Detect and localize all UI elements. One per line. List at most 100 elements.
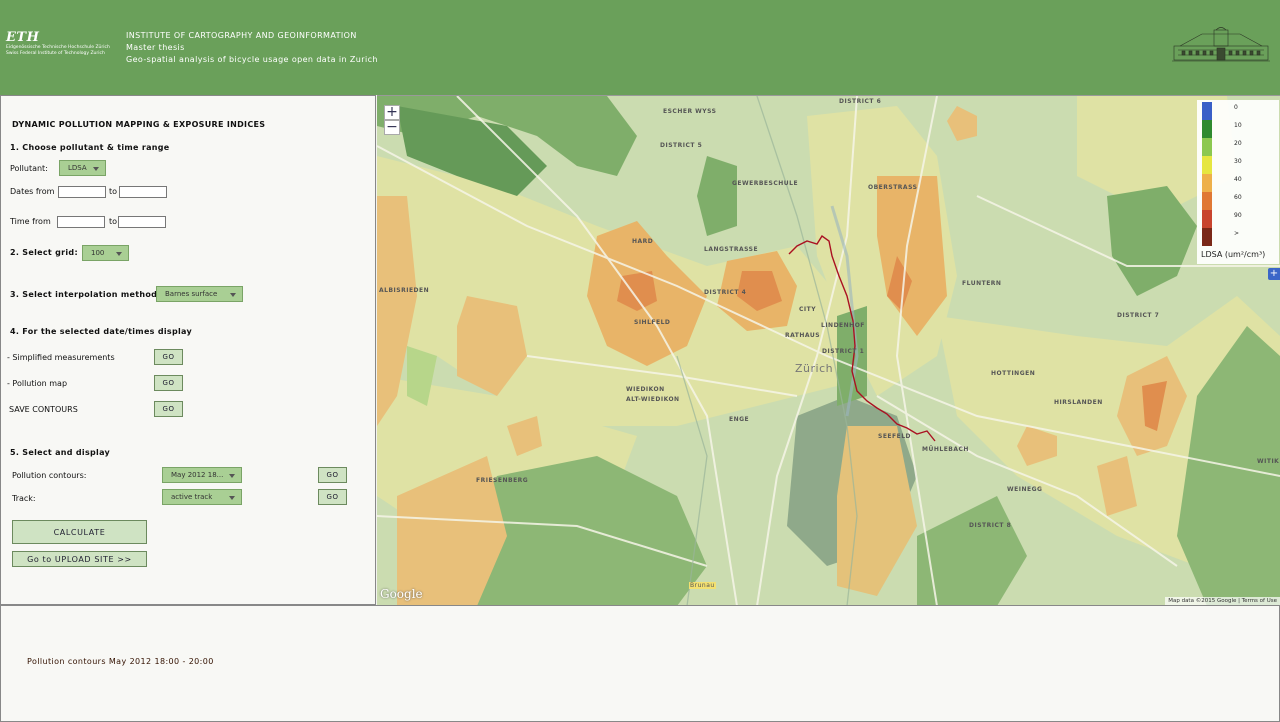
step2-heading: 2. Select grid: <box>10 248 78 257</box>
map-label: HOTTINGEN <box>991 370 1036 377</box>
legend-swatch <box>1202 156 1212 174</box>
map-label: HIRSLANDEN <box>1054 399 1103 406</box>
institute-title: INSTITUTE OF CARTOGRAPHY AND GEOINFORMAT… <box>126 31 357 40</box>
contours-go-button[interactable]: GO <box>318 467 347 483</box>
map-label: FLUNTERN <box>962 280 1002 287</box>
legend-tick: 60 <box>1234 194 1242 201</box>
legend-tick: 40 <box>1234 176 1242 183</box>
pollution-map-label: - Pollution map <box>7 379 68 388</box>
step5-heading: 5. Select and display <box>10 448 111 457</box>
map-label: DISTRICT 8 <box>969 522 1012 529</box>
map-legend: 0 10 20 30 40 60 90 > LDSA (um²/cm³) <box>1197 100 1279 264</box>
chevron-down-icon <box>229 496 235 500</box>
step3-heading: 3. Select interpolation method: <box>10 290 161 299</box>
legend-tick: 20 <box>1234 140 1242 147</box>
eth-name-en: Swiss Federal Institute of Technology Zu… <box>6 51 105 56</box>
step4-heading: 4. For the selected date/times display <box>10 327 192 336</box>
grid-select[interactable]: 100 <box>82 245 129 261</box>
google-logo: Google <box>380 587 423 601</box>
map-label: OBERSTRASS <box>868 184 918 191</box>
legend-swatch <box>1202 228 1212 246</box>
time-to-input[interactable] <box>118 216 166 228</box>
save-contours-label: SAVE CONTOURS <box>9 405 78 414</box>
chevron-down-icon <box>230 293 236 297</box>
status-text: Pollution contours May 2012 18:00 - 20:0… <box>27 657 214 666</box>
map-label-city: Zürich <box>795 362 834 375</box>
zoom-out-button[interactable]: − <box>384 120 400 135</box>
map-label: ENGE <box>729 416 750 423</box>
legend-tick: > <box>1234 230 1240 237</box>
map-label: LINDENHOF <box>821 322 865 329</box>
track-select[interactable]: active track <box>162 489 242 505</box>
simplified-label: - Simplified measurements <box>7 353 115 362</box>
thesis-title: Geo-spatial analysis of bicycle usage op… <box>126 55 378 64</box>
time-to-label: to <box>109 217 118 226</box>
map-label: DISTRICT 5 <box>660 142 703 149</box>
map-attribution: Map data ©2015 Google | Terms of Use <box>1165 597 1280 605</box>
pollutant-select[interactable]: LDSA <box>59 160 106 176</box>
map-label: DISTRICT 6 <box>839 98 882 105</box>
expand-plus-icon[interactable]: + <box>1268 268 1280 280</box>
track-label: Track: <box>12 494 36 503</box>
calculate-button[interactable]: CALCULATE <box>12 520 147 544</box>
map-label: ESCHER WYSS <box>663 108 717 115</box>
contours-select[interactable]: May 2012 18... <box>162 467 242 483</box>
legend-swatch <box>1202 120 1212 138</box>
track-go-button[interactable]: GO <box>318 489 347 505</box>
zoom-in-button[interactable]: + <box>384 105 400 120</box>
eth-wordmark: ETH <box>6 30 40 45</box>
map-label: GEWERBESCHULE <box>732 180 799 187</box>
legend-swatch <box>1202 210 1212 228</box>
eth-logo: ETH Eidgenössische Technische Hochschule… <box>6 30 110 57</box>
chevron-down-icon <box>229 474 235 478</box>
interpolation-select[interactable]: Barnes surface <box>156 286 243 302</box>
pollutant-value: LDSA <box>68 164 87 172</box>
status-panel: Pollution contours May 2012 18:00 - 20:0… <box>0 605 1280 722</box>
map-label: ALBISRIEDEN <box>379 287 430 294</box>
eth-building-icon <box>1172 27 1270 62</box>
map-label: SEEFELD <box>878 433 912 440</box>
chevron-down-icon <box>116 252 122 256</box>
map-label: WITIK <box>1257 458 1280 465</box>
terms-of-use-link[interactable]: Terms of Use <box>1242 598 1277 604</box>
map-label: SIHLFELD <box>634 319 671 326</box>
map-label: CITY <box>799 306 817 313</box>
simplified-go-button[interactable]: GO <box>154 349 183 365</box>
upload-site-button[interactable]: Go to UPLOAD SITE >> <box>12 551 147 567</box>
legend-swatch <box>1202 192 1212 210</box>
map-data-text: Map data ©2015 Google <box>1168 598 1237 604</box>
save-contours-go-button[interactable]: GO <box>154 401 183 417</box>
dates-to-label: to <box>109 187 118 196</box>
legend-tick: 0 <box>1234 104 1238 111</box>
date-to-input[interactable] <box>119 186 167 198</box>
map-label: LANGSTRASSE <box>704 246 759 253</box>
date-from-input[interactable] <box>58 186 106 198</box>
legend-swatch <box>1202 174 1212 192</box>
map-label: DISTRICT 4 <box>704 289 747 296</box>
dates-from-label: Dates from <box>10 187 55 196</box>
pollutant-label: Pollutant: <box>10 164 48 173</box>
map-label: DISTRICT 7 <box>1117 312 1160 319</box>
legend-swatch <box>1202 102 1212 120</box>
map-label: WEINEGG <box>1007 486 1043 493</box>
map-label: MÜHLEBACH <box>922 446 969 453</box>
header-banner: ETH Eidgenössische Technische Hochschule… <box>0 0 1280 95</box>
pollution-map[interactable]: + − ESCHER WYSS DISTRICT 5 GEWERBESCHULE… <box>377 95 1280 605</box>
thesis-label: Master thesis <box>126 43 185 52</box>
chevron-down-icon <box>93 167 99 171</box>
map-label: RATHAUS <box>785 332 821 339</box>
time-from-label: Time from <box>10 217 51 226</box>
map-label: FRIESENBERG <box>476 477 529 484</box>
contours-value: May 2012 18... <box>171 471 224 479</box>
grid-value: 100 <box>91 249 105 257</box>
track-value: active track <box>171 493 213 501</box>
legend-title: LDSA (um²/cm³) <box>1201 250 1266 259</box>
step1-heading: 1. Choose pollutant & time range <box>10 143 170 152</box>
legend-tick: 90 <box>1234 212 1242 219</box>
time-from-input[interactable] <box>57 216 105 228</box>
map-label: WIEDIKON <box>626 386 665 393</box>
pollution-contours-label: Pollution contours: <box>12 471 87 480</box>
map-label: HARD <box>632 238 654 245</box>
legend-tick: 10 <box>1234 122 1242 129</box>
pollution-map-go-button[interactable]: GO <box>154 375 183 391</box>
